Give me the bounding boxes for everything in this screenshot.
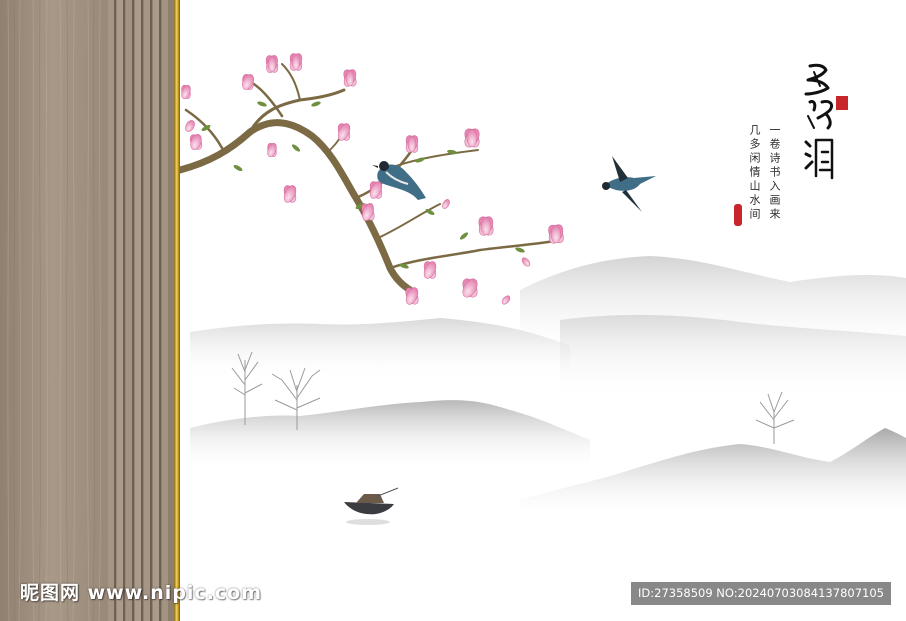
landscape-scene [180,53,906,525]
red-seal-stamp [836,96,848,110]
image-id-label: ID:27358509 NO:20240703084137807105 [631,582,891,605]
poem-line-2: 几多闲情山水间 [748,124,761,222]
artwork-canvas: 一卷诗书入画来 几多闲情山水间 昵图网 www.nipic.com ID:273… [0,0,906,621]
wood-panel [0,0,174,621]
poem-line-1: 一卷诗书入画来 [768,124,781,222]
bird-flying [602,156,656,212]
magnolia-branch [180,63,562,294]
branch-leaves [201,101,525,269]
calligraphy-title [804,63,834,180]
middle-mountain [190,400,590,470]
red-seal-stamp-small [734,204,742,226]
site-watermark: 昵图网 www.nipic.com [20,582,263,604]
fishing-boat [344,487,399,525]
magnolia-blossoms [181,53,564,305]
